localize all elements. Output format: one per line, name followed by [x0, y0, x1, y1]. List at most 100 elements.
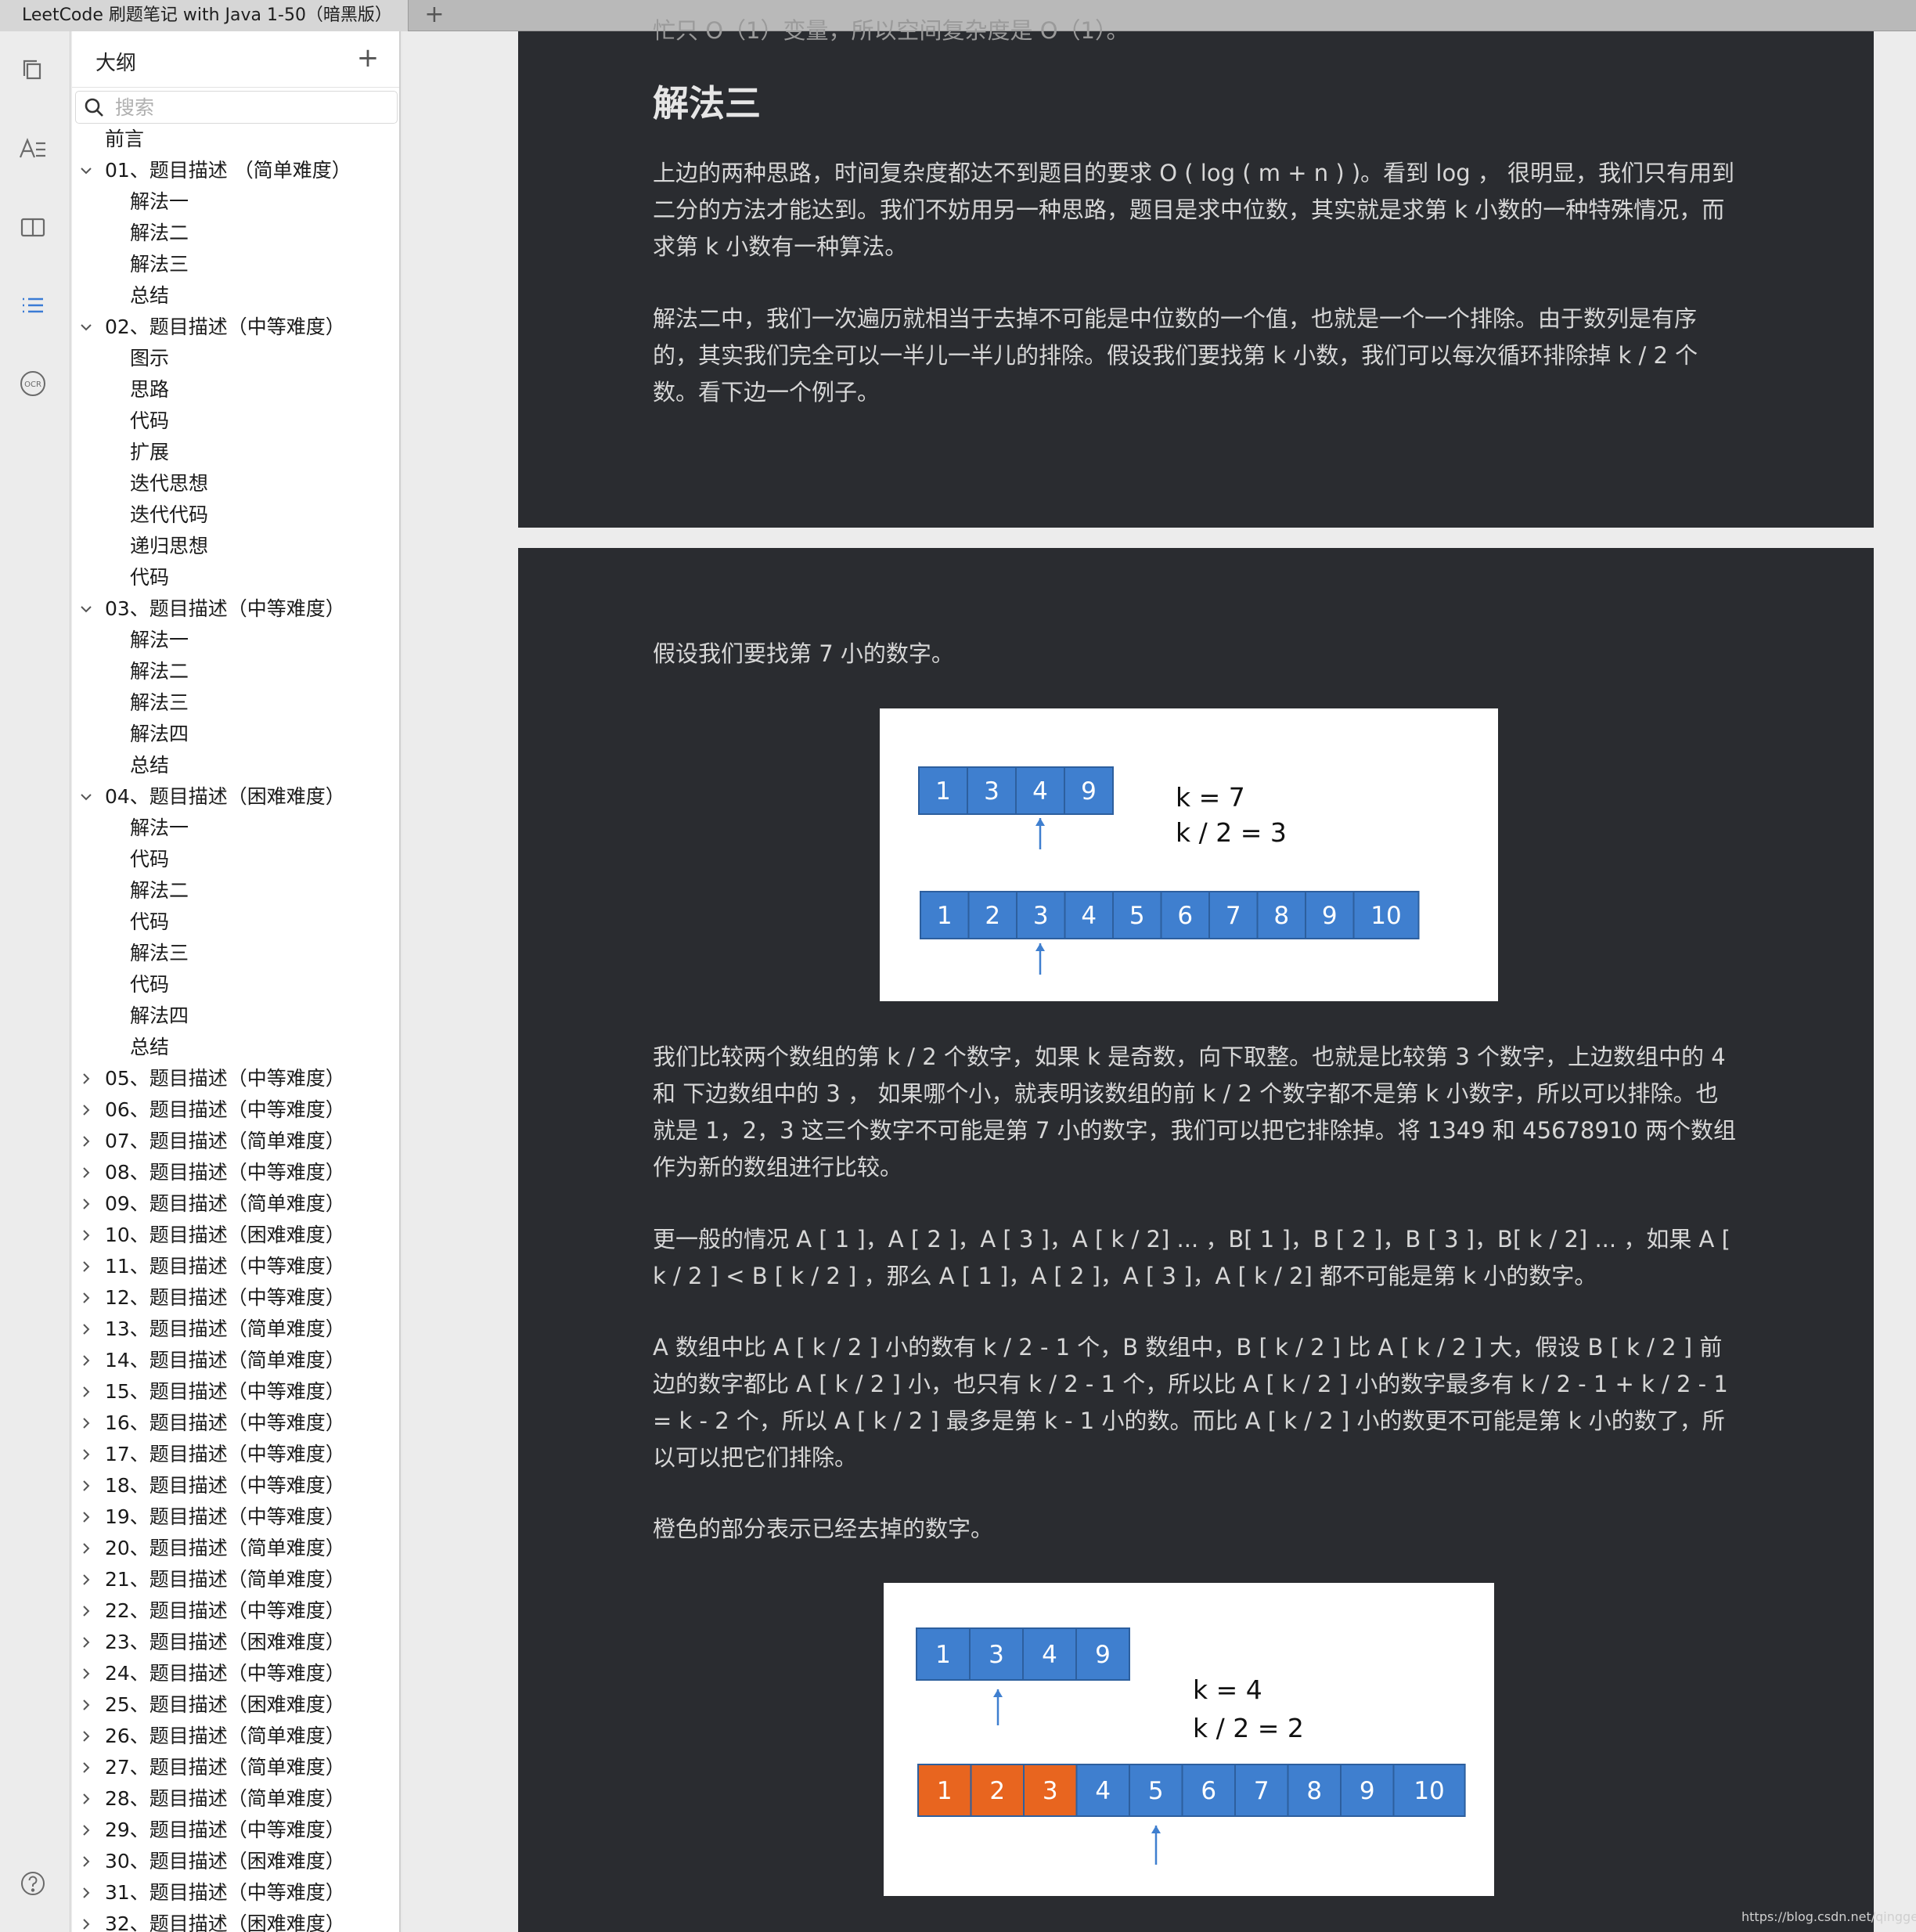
chevron-right-icon[interactable] — [77, 1689, 95, 1721]
outline-item[interactable]: 17、题目描述（中等难度） — [72, 1439, 399, 1470]
font-style-icon[interactable] — [16, 132, 50, 166]
outline-item[interactable]: 14、题目描述（简单难度） — [72, 1345, 399, 1376]
chevron-right-icon[interactable] — [77, 1157, 95, 1188]
outline-item[interactable]: 02、题目描述（中等难度） — [72, 312, 399, 343]
chevron-right-icon[interactable] — [77, 1376, 95, 1408]
document-area[interactable]: 忙只 O（1）变量，所以空间复杂度是 O（1）。 解法三 上边的两种思路，时间复… — [402, 17, 1916, 1932]
outline-item[interactable]: 解法一 — [72, 625, 399, 656]
outline-item[interactable]: 迭代代码 — [72, 499, 399, 531]
chevron-right-icon[interactable] — [77, 1470, 95, 1501]
outline-item[interactable]: 思路 — [72, 374, 399, 406]
outline-item[interactable]: 解法三 — [72, 249, 399, 280]
ocr-icon[interactable]: OCR — [16, 366, 50, 401]
chevron-right-icon[interactable] — [77, 1658, 95, 1689]
chevron-right-icon[interactable] — [77, 1408, 95, 1439]
outline-item[interactable]: 30、题目描述（困难难度） — [72, 1846, 399, 1877]
outline-item[interactable]: 03、题目描述（中等难度） — [72, 593, 399, 625]
outline-item[interactable]: 29、题目描述（中等难度） — [72, 1815, 399, 1846]
chevron-right-icon[interactable] — [77, 1721, 95, 1752]
outline-item[interactable]: 解法二 — [72, 656, 399, 687]
outline-item[interactable]: 总结 — [72, 1032, 399, 1063]
outline-item[interactable]: 06、题目描述（中等难度） — [72, 1094, 399, 1126]
book-icon[interactable] — [16, 210, 50, 244]
outline-item[interactable]: 解法四 — [72, 1000, 399, 1032]
outline-item[interactable]: 31、题目描述（中等难度） — [72, 1877, 399, 1909]
chevron-right-icon[interactable] — [77, 1094, 95, 1126]
outline-item[interactable]: 27、题目描述（简单难度） — [72, 1752, 399, 1783]
chevron-right-icon[interactable] — [77, 1564, 95, 1595]
chevron-right-icon[interactable] — [77, 1439, 95, 1470]
chevron-right-icon[interactable] — [77, 1533, 95, 1564]
document-tab[interactable]: LeetCode 刷题笔记 with Java 1-50（暗黑版） — [0, 0, 409, 31]
chevron-right-icon[interactable] — [77, 1126, 95, 1157]
outline-item[interactable]: 19、题目描述（中等难度） — [72, 1501, 399, 1533]
chevron-right-icon[interactable] — [77, 1251, 95, 1282]
outline-item[interactable]: 递归思想 — [72, 531, 399, 562]
outline-item[interactable]: 解法一 — [72, 813, 399, 844]
outline-item[interactable]: 代码 — [72, 562, 399, 593]
outline-item[interactable]: 28、题目描述（简单难度） — [72, 1783, 399, 1815]
outline-item[interactable]: 迭代思想 — [72, 468, 399, 499]
outline-item[interactable]: 04、题目描述（困难难度） — [72, 781, 399, 813]
chevron-down-icon[interactable] — [77, 312, 95, 343]
outline-item[interactable]: 代码 — [72, 969, 399, 1000]
outline-item[interactable]: 18、题目描述（中等难度） — [72, 1470, 399, 1501]
outline-item[interactable]: 代码 — [72, 907, 399, 938]
chevron-right-icon[interactable] — [77, 1627, 95, 1658]
outline-item[interactable]: 25、题目描述（困难难度） — [72, 1689, 399, 1721]
outline-item[interactable]: 解法二 — [72, 875, 399, 907]
copy-icon[interactable] — [16, 53, 50, 88]
outline-item[interactable]: 21、题目描述（简单难度） — [72, 1564, 399, 1595]
outline-item[interactable]: 32、题目描述（困难难度） — [72, 1909, 399, 1932]
help-icon[interactable] — [16, 1866, 50, 1901]
chevron-right-icon[interactable] — [77, 1752, 95, 1783]
outline-item[interactable]: 23、题目描述（困难难度） — [72, 1627, 399, 1658]
outline-item[interactable]: 解法四 — [72, 719, 399, 750]
chevron-right-icon[interactable] — [77, 1846, 95, 1877]
chevron-right-icon[interactable] — [77, 1501, 95, 1533]
search-input[interactable] — [115, 95, 389, 120]
chevron-right-icon[interactable] — [77, 1314, 95, 1345]
outline-item[interactable]: 解法三 — [72, 687, 399, 719]
outline-item[interactable]: 24、题目描述（中等难度） — [72, 1658, 399, 1689]
outline-item[interactable]: 09、题目描述（简单难度） — [72, 1188, 399, 1220]
outline-item[interactable]: 10、题目描述（困难难度） — [72, 1220, 399, 1251]
chevron-down-icon[interactable] — [77, 593, 95, 625]
chevron-right-icon[interactable] — [77, 1063, 95, 1094]
outline-item[interactable]: 13、题目描述（简单难度） — [72, 1314, 399, 1345]
chevron-down-icon[interactable] — [77, 155, 95, 186]
outline-item[interactable]: 08、题目描述（中等难度） — [72, 1157, 399, 1188]
outline-item[interactable]: 15、题目描述（中等难度） — [72, 1376, 399, 1408]
outline-item[interactable]: 11、题目描述（中等难度） — [72, 1251, 399, 1282]
outline-item[interactable]: 代码 — [72, 844, 399, 875]
outline-item[interactable]: 12、题目描述（中等难度） — [72, 1282, 399, 1314]
outline-item[interactable]: 解法一 — [72, 186, 399, 218]
outline-item[interactable]: 前言 — [72, 124, 399, 155]
outline-item[interactable]: 20、题目描述（简单难度） — [72, 1533, 399, 1564]
new-tab-button[interactable]: + — [423, 0, 446, 31]
chevron-right-icon[interactable] — [77, 1282, 95, 1314]
chevron-right-icon[interactable] — [77, 1595, 95, 1627]
outline-item[interactable]: 16、题目描述（中等难度） — [72, 1408, 399, 1439]
outline-item[interactable]: 01、题目描述 （简单难度） — [72, 155, 399, 186]
chevron-right-icon[interactable] — [77, 1877, 95, 1909]
outline-item[interactable]: 解法二 — [72, 218, 399, 249]
outline-item[interactable]: 图示 — [72, 343, 399, 374]
chevron-right-icon[interactable] — [77, 1220, 95, 1251]
chevron-down-icon[interactable] — [77, 781, 95, 813]
outline-item[interactable]: 代码 — [72, 406, 399, 437]
chevron-right-icon[interactable] — [77, 1909, 95, 1932]
outline-item[interactable]: 07、题目描述（简单难度） — [72, 1126, 399, 1157]
outline-item[interactable]: 总结 — [72, 750, 399, 781]
outline-item[interactable]: 05、题目描述（中等难度） — [72, 1063, 399, 1094]
chevron-right-icon[interactable] — [77, 1188, 95, 1220]
chevron-right-icon[interactable] — [77, 1345, 95, 1376]
chevron-right-icon[interactable] — [77, 1815, 95, 1846]
outline-item[interactable]: 解法三 — [72, 938, 399, 969]
outline-item[interactable]: 22、题目描述（中等难度） — [72, 1595, 399, 1627]
outline-item[interactable]: 总结 — [72, 280, 399, 312]
chevron-right-icon[interactable] — [77, 1783, 95, 1815]
outline-list-icon[interactable] — [16, 288, 50, 323]
outline-add-button[interactable]: + — [352, 42, 384, 74]
outline-item[interactable]: 扩展 — [72, 437, 399, 468]
